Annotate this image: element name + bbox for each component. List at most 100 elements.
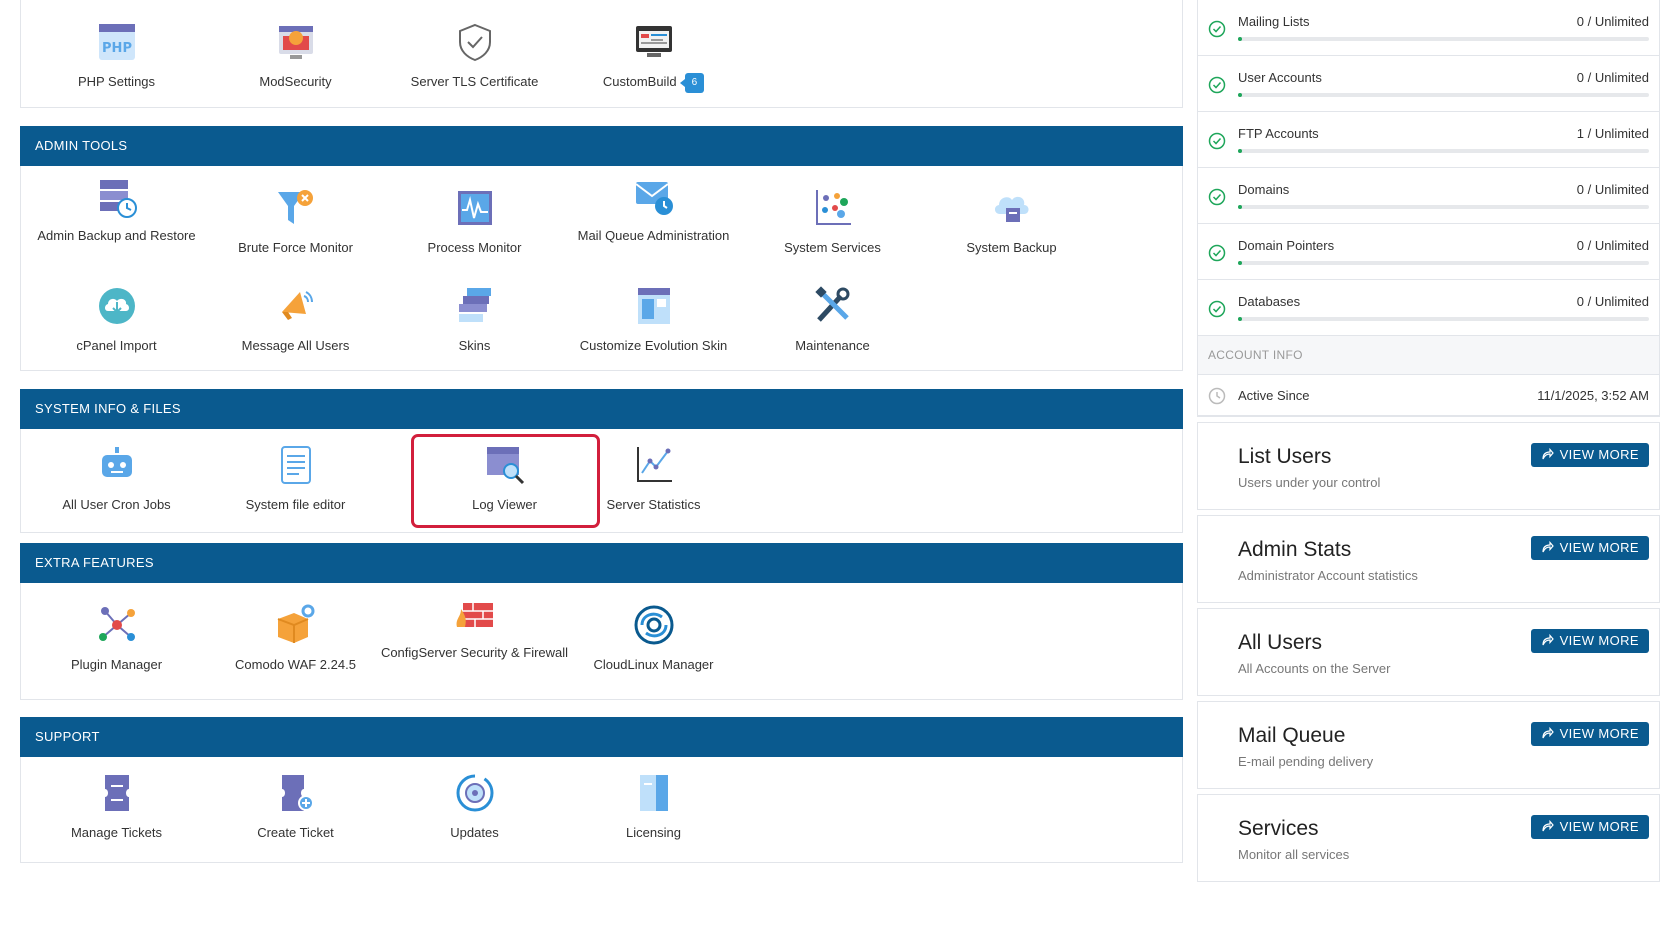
cloud-download-icon	[98, 288, 135, 324]
tile-system-backup[interactable]: System Backup	[916, 186, 1107, 258]
tile-modsecurity[interactable]: ModSecurity	[200, 20, 391, 92]
cloud-server-icon	[994, 196, 1028, 222]
section-title: ADMIN TOOLS	[20, 126, 1183, 166]
tile-label: Server Statistics	[606, 497, 701, 512]
tile-label: ConfigServer Security & Firewall	[380, 645, 569, 660]
funnel-icon	[277, 190, 313, 224]
tile-label: All User Cron Jobs	[62, 497, 171, 512]
active-since-value: 11/1/2025, 3:52 AM	[1537, 388, 1649, 403]
admin-tools-section: ADMIN TOOLS Admin Backup and Restore Bru…	[20, 126, 1183, 371]
tile-process-monitor[interactable]: Process Monitor	[379, 186, 570, 258]
tile-label: CloudLinux Manager	[593, 657, 714, 672]
check-circle-icon	[1208, 20, 1226, 38]
admin-tools-grid: Admin Backup and Restore Brute Force Mon…	[20, 166, 1183, 371]
wrench-screwdriver-icon	[814, 286, 849, 322]
tile-maintenance[interactable]: Maintenance	[737, 284, 928, 356]
tile-label: Licensing	[626, 825, 681, 840]
tile-admin-backup-restore[interactable]: Admin Backup and Restore	[21, 176, 212, 246]
tile-label: Plugin Manager	[70, 657, 163, 672]
tile-create-ticket[interactable]: Create Ticket	[200, 771, 391, 843]
usage-name: Domain Pointers	[1238, 238, 1335, 253]
custombuild-update-badge: 6	[679, 72, 705, 93]
tile-cpanel-import[interactable]: cPanel Import	[21, 284, 212, 356]
usage-bar	[1238, 205, 1649, 209]
tile-message-all-users[interactable]: Message All Users	[200, 284, 391, 356]
tile-label: System Backup	[966, 240, 1057, 255]
log-search-icon	[486, 447, 524, 485]
tile-mail-queue-administration[interactable]: Mail Queue Administration	[558, 176, 749, 246]
usage-bar	[1238, 93, 1649, 97]
tile-cloudlinux-manager[interactable]: CloudLinux Manager	[558, 603, 749, 675]
tile-system-file-editor[interactable]: System file editor	[200, 443, 391, 515]
card-title: Mail Queue	[1238, 724, 1346, 747]
usage-row-databases: Databases 0 / Unlimited	[1198, 280, 1659, 336]
tile-licensing[interactable]: Licensing	[558, 771, 749, 843]
tile-label: System file editor	[245, 497, 346, 512]
card-services: Services Monitor all services VIEW MORE	[1197, 794, 1660, 882]
view-more-button[interactable]: VIEW MORE	[1530, 536, 1649, 560]
extra-features-grid: Plugin Manager Comodo WAF 2.24.5 ConfigS…	[20, 583, 1183, 700]
tile-label: cPanel Import	[76, 338, 157, 353]
card-title: Admin Stats	[1238, 538, 1352, 561]
tile-plugin-manager[interactable]: Plugin Manager	[21, 603, 212, 675]
view-more-button[interactable]: VIEW MORE	[1530, 722, 1649, 746]
usage-value: 0 / Unlimited	[1576, 294, 1649, 309]
card-title: Services	[1238, 817, 1319, 840]
tile-label: Maintenance	[795, 338, 870, 353]
check-circle-icon	[1208, 300, 1226, 318]
usage-bar	[1238, 37, 1649, 41]
extra-features-section: EXTRA FEATURES Plugin Manager Comodo WAF…	[20, 543, 1183, 700]
tile-label: Skins	[458, 338, 491, 353]
usage-name: User Accounts	[1238, 70, 1322, 85]
tile-system-services[interactable]: System Services	[737, 186, 928, 258]
license-book-icon	[639, 775, 668, 811]
tile-manage-tickets[interactable]: Manage Tickets	[21, 771, 212, 843]
usage-row-domains: Domains 0 / Unlimited	[1198, 168, 1659, 224]
tile-customize-evolution-skin[interactable]: Customize Evolution Skin	[558, 284, 749, 356]
check-circle-icon	[1208, 188, 1226, 206]
view-more-button[interactable]: VIEW MORE	[1530, 443, 1649, 467]
right-column: Mailing Lists 0 / Unlimited User Account…	[1197, 0, 1660, 882]
tile-label: Admin Backup and Restore	[37, 228, 196, 243]
layers-icon	[458, 288, 491, 322]
tile-server-tls-certificate[interactable]: Server TLS Certificate	[379, 20, 570, 92]
ticket-add-icon	[281, 775, 314, 811]
usage-row-mailing-lists: Mailing Lists 0 / Unlimited	[1198, 0, 1659, 56]
tile-php-settings[interactable]: PHP PHP Settings	[21, 20, 212, 92]
tile-label: Comodo WAF 2.24.5	[235, 657, 356, 672]
tile-label: Message All Users	[241, 338, 350, 353]
tile-custombuild[interactable]: CustomBuild 6	[558, 20, 749, 93]
section-title: EXTRA FEATURES	[20, 543, 1183, 583]
tile-all-user-cron-jobs[interactable]: All User Cron Jobs	[21, 443, 212, 515]
view-more-button[interactable]: VIEW MORE	[1530, 629, 1649, 653]
usage-row-user-accounts: User Accounts 0 / Unlimited	[1198, 56, 1659, 112]
tile-configserver-security-firewall[interactable]: ConfigServer Security & Firewall	[379, 593, 570, 663]
tile-skins[interactable]: Skins	[379, 284, 570, 356]
usage-panel: Mailing Lists 0 / Unlimited User Account…	[1197, 0, 1660, 417]
tile-updates[interactable]: Updates	[379, 771, 570, 843]
active-since-row: Active Since 11/1/2025, 3:52 AM	[1198, 375, 1659, 416]
tile-brute-force-monitor[interactable]: Brute Force Monitor	[200, 186, 391, 258]
card-subtitle: All Accounts on the Server	[1238, 661, 1391, 676]
tile-label: PHP Settings	[77, 74, 156, 89]
tile-server-statistics[interactable]: Server Statistics	[558, 443, 749, 515]
tile-label: System Services	[784, 240, 881, 255]
card-subtitle: Users under your control	[1238, 475, 1381, 490]
system-info-files-section: SYSTEM INFO & FILES All User Cron Jobs S…	[20, 389, 1183, 533]
usage-name: Databases	[1238, 294, 1301, 309]
usage-name: Mailing Lists	[1238, 14, 1310, 29]
plugin-network-icon	[98, 607, 135, 641]
support-section: SUPPORT Manage Tickets Create Ticket Upd…	[20, 717, 1183, 863]
scatter-chart-icon	[815, 190, 851, 225]
card-all-users: All Users All Accounts on the Server VIE…	[1197, 608, 1660, 696]
view-more-button[interactable]: VIEW MORE	[1530, 815, 1649, 839]
tile-comodo-waf[interactable]: Comodo WAF 2.24.5	[200, 603, 391, 675]
check-circle-icon	[1208, 76, 1226, 94]
tile-label: Updates	[450, 825, 499, 840]
active-since-label: Active Since	[1238, 388, 1310, 403]
firewall-icon	[456, 603, 493, 627]
card-subtitle: Monitor all services	[1238, 847, 1350, 862]
tile-label: Customize Evolution Skin	[579, 338, 728, 353]
usage-bar	[1238, 149, 1649, 153]
line-chart-icon	[636, 447, 672, 482]
